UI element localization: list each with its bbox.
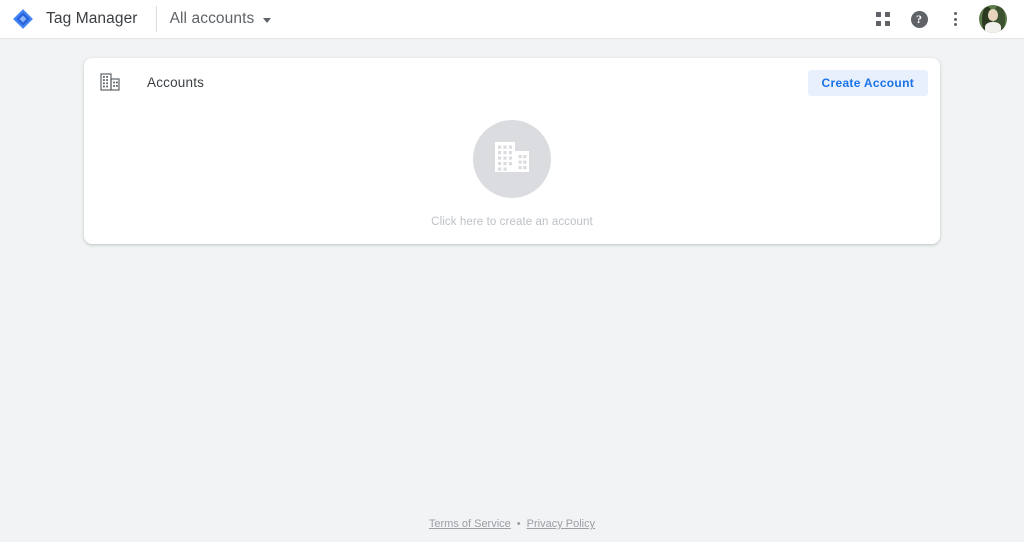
header-actions-group: ? <box>865 0 1024 38</box>
privacy-policy-link[interactable]: Privacy Policy <box>527 518 595 530</box>
page-title: Accounts <box>147 74 205 90</box>
account-selector[interactable]: All accounts <box>170 10 272 28</box>
account-selector-label: All accounts <box>169 10 255 27</box>
chevron-down-icon <box>263 17 272 23</box>
more-vert-icon <box>953 12 957 26</box>
create-account-button[interactable]: Create Account <box>807 70 928 96</box>
more-options-button[interactable] <box>937 0 973 39</box>
tag-manager-logo-link[interactable] <box>6 0 40 39</box>
terms-of-service-link[interactable]: Terms of Service <box>429 518 511 530</box>
apps-grid-button[interactable] <box>865 0 901 39</box>
domain-building-icon <box>100 73 120 91</box>
accounts-card: Accounts Create Account Click here to cr… <box>84 58 940 244</box>
footer-separator: • <box>516 518 521 530</box>
app-header: Tag Manager All accounts ? <box>0 0 1024 39</box>
empty-state-caption: Click here to create an account <box>431 216 593 228</box>
header-divider <box>155 6 157 32</box>
accounts-card-header: Accounts Create Account <box>84 58 940 106</box>
tag-manager-diamond-logo <box>12 8 34 30</box>
apps-grid-icon <box>876 12 890 26</box>
accounts-empty-state: Click here to create an account <box>84 106 940 228</box>
help-icon: ? <box>910 10 928 28</box>
header-left-group: Tag Manager All accounts <box>0 0 272 39</box>
building-icon <box>493 140 531 179</box>
footer: Terms of Service • Privacy Policy <box>0 518 1024 530</box>
create-account-circle-button[interactable] <box>473 120 551 198</box>
help-button[interactable]: ? <box>901 0 937 39</box>
avatar <box>979 5 1007 33</box>
product-name: Tag Manager <box>46 10 138 27</box>
account-avatar-button[interactable] <box>973 0 1013 39</box>
